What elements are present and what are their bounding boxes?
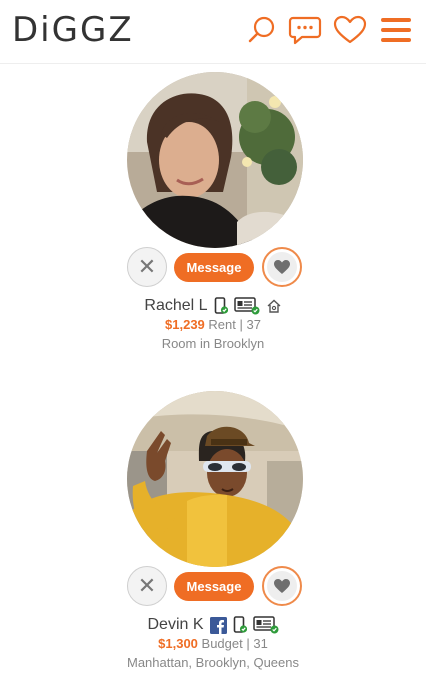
profile-price-row: $1,239 Rent | 37 xyxy=(0,317,426,332)
profile-age: 37 xyxy=(246,317,261,332)
dismiss-button[interactable]: ✕ xyxy=(127,566,167,606)
profile-type: Rent xyxy=(208,317,236,332)
search-icon[interactable] xyxy=(244,12,280,48)
facebook-icon xyxy=(209,616,227,634)
message-button[interactable]: Message xyxy=(174,572,254,601)
phone-verified-icon xyxy=(233,616,247,634)
profile-card: ✕ Message Devin K $1,300 Budget | 31 Man… xyxy=(0,389,426,681)
like-button[interactable] xyxy=(262,566,302,606)
heart-icon[interactable] xyxy=(332,12,368,48)
separator: | xyxy=(246,636,250,651)
chat-icon[interactable] xyxy=(287,12,323,48)
profile-actions: ✕ Message xyxy=(0,247,426,287)
profile-location: Room in Brooklyn xyxy=(161,336,265,351)
profile-location: Manhattan, Brooklyn, Queens xyxy=(127,655,299,670)
menu-icon[interactable] xyxy=(378,12,414,48)
home-icon xyxy=(266,298,282,314)
dismiss-button[interactable]: ✕ xyxy=(127,247,167,287)
profile-price-row: $1,300 Budget | 31 xyxy=(0,636,426,651)
phone-verified-icon xyxy=(214,297,228,315)
profile-name-row: Devin K xyxy=(0,614,426,636)
profile-name[interactable]: Rachel L xyxy=(144,297,207,315)
profile-photo[interactable] xyxy=(127,72,303,248)
id-verified-icon xyxy=(233,297,260,315)
profile-card: ✕ Message Rachel L $1,239 Rent | 37 Room… xyxy=(0,70,426,380)
logo[interactable]: DiGGZ xyxy=(12,10,134,50)
like-heart-icon xyxy=(267,252,297,282)
app-header: DiGGZ xyxy=(0,0,426,64)
separator: | xyxy=(239,317,243,332)
id-verified-icon xyxy=(252,616,279,634)
profile-name[interactable]: Devin K xyxy=(147,616,203,634)
like-heart-icon xyxy=(267,571,297,601)
profile-photo[interactable] xyxy=(127,391,303,567)
profile-price: $1,239 xyxy=(165,317,205,332)
profile-age: 31 xyxy=(253,636,268,651)
profile-actions: ✕ Message xyxy=(0,566,426,606)
profile-type: Budget xyxy=(201,636,243,651)
like-button[interactable] xyxy=(262,247,302,287)
message-button[interactable]: Message xyxy=(174,253,254,282)
profile-name-row: Rachel L xyxy=(0,295,426,317)
profile-price: $1,300 xyxy=(158,636,198,651)
